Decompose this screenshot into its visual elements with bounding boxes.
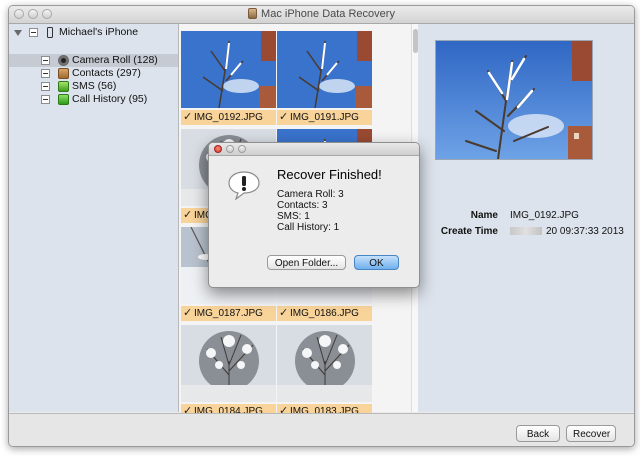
call-history-icon [58, 94, 69, 105]
alert-icon [228, 171, 260, 200]
dialog-minimize-button[interactable] [226, 145, 234, 153]
sidebar-item-label: Call History (95) [72, 93, 148, 105]
create-time-label: Create Time [440, 226, 498, 237]
contacts-icon [58, 68, 69, 79]
photo-image [181, 31, 276, 108]
recover-finished-dialog: Recover Finished! Camera Roll: 3 Contact… [208, 142, 420, 288]
stat-call-history: Call History: 1 [277, 222, 340, 233]
photo-caption: ✓ IMG_0192.JPG [181, 110, 276, 125]
dialog-title: Recover Finished! [277, 167, 382, 182]
device-row[interactable]: Michael's iPhone [9, 26, 178, 39]
sms-checkbox[interactable] [41, 82, 50, 91]
photo-caption: ✓ IMG_0191.JPG [277, 110, 372, 125]
photo-checkbox[interactable]: ✓ [279, 110, 288, 125]
sidebar-item-camera-roll[interactable]: Camera Roll (128) [9, 54, 178, 67]
sms-icon [58, 81, 69, 92]
name-value: IMG_0192.JPG [510, 210, 579, 221]
device-checkbox[interactable] [29, 28, 38, 37]
title-bar: Mac iPhone Data Recovery [9, 6, 634, 24]
photo-checkbox[interactable]: ✓ [183, 306, 192, 321]
sidebar-item-call-history[interactable]: Call History (95) [9, 93, 178, 106]
preview-image [436, 41, 592, 159]
call-history-checkbox[interactable] [41, 95, 50, 104]
window-title-group: Mac iPhone Data Recovery [9, 8, 634, 20]
photo-thumbnail[interactable]: ✓ IMG_0191.JPG [277, 31, 372, 128]
photo-filename: IMG_0187.JPG [194, 308, 263, 319]
photo-checkbox[interactable]: ✓ [279, 306, 288, 321]
photo-image [277, 325, 372, 402]
app-icon [248, 8, 258, 19]
stat-contacts: Contacts: 3 [277, 200, 328, 211]
bottom-toolbar: Back Recover [9, 413, 634, 446]
iphone-icon [47, 27, 53, 38]
create-time-value: 20 09:37:33 2013 [546, 226, 624, 237]
recover-button[interactable]: Recover [566, 425, 616, 442]
dialog-close-button[interactable] [214, 145, 222, 153]
name-label: Name [470, 210, 498, 221]
dialog-title-bar [209, 143, 419, 156]
back-button[interactable]: Back [516, 425, 560, 442]
detail-panel: Name IMG_0192.JPG Create Time 20 09:37:3… [418, 24, 634, 412]
photo-filename: IMG_0191.JPG [290, 112, 359, 123]
dialog-zoom-button[interactable] [238, 145, 246, 153]
photo-preview [435, 40, 593, 160]
photo-filename: IMG_0186.JPG [290, 308, 359, 319]
sidebar-item-contacts[interactable]: Contacts (297) [9, 67, 178, 80]
disclosure-triangle-icon[interactable] [14, 30, 22, 36]
camera-icon [58, 55, 69, 66]
photo-thumbnail[interactable]: ✓ IMG_0183.JPG [277, 325, 372, 422]
redacted-date [510, 227, 542, 235]
open-folder-button[interactable]: Open Folder... [267, 255, 346, 270]
device-label: Michael's iPhone [59, 26, 139, 38]
contacts-checkbox[interactable] [41, 69, 50, 78]
photo-image [277, 31, 372, 108]
stat-camera-roll: Camera Roll: 3 [277, 189, 344, 200]
sidebar-item-label: Camera Roll (128) [72, 54, 158, 66]
photo-checkbox[interactable]: ✓ [183, 110, 192, 125]
sidebar: Michael's iPhone Camera Roll (128) Conta… [9, 24, 179, 412]
window-title: Mac iPhone Data Recovery [261, 8, 395, 20]
photo-thumbnail[interactable]: ✓ IMG_0184.JPG [181, 325, 276, 422]
photo-thumbnail[interactable]: ✓ IMG_0192.JPG [181, 31, 276, 128]
photo-caption: ✓ IMG_0186.JPG [277, 306, 372, 321]
sidebar-item-label: Contacts (297) [72, 67, 141, 79]
photo-image [181, 325, 276, 402]
stat-sms: SMS: 1 [277, 211, 310, 222]
sidebar-item-sms[interactable]: SMS (56) [9, 80, 178, 93]
photo-caption: ✓ IMG_0187.JPG [181, 306, 276, 321]
photo-filename: IMG_0192.JPG [194, 112, 263, 123]
ok-button[interactable]: OK [354, 255, 399, 270]
create-time-value-group: 20 09:37:33 2013 [510, 226, 624, 237]
sidebar-item-label: SMS (56) [72, 80, 117, 92]
camera-roll-checkbox[interactable] [41, 56, 50, 65]
photo-checkbox[interactable]: ✓ [183, 208, 192, 223]
